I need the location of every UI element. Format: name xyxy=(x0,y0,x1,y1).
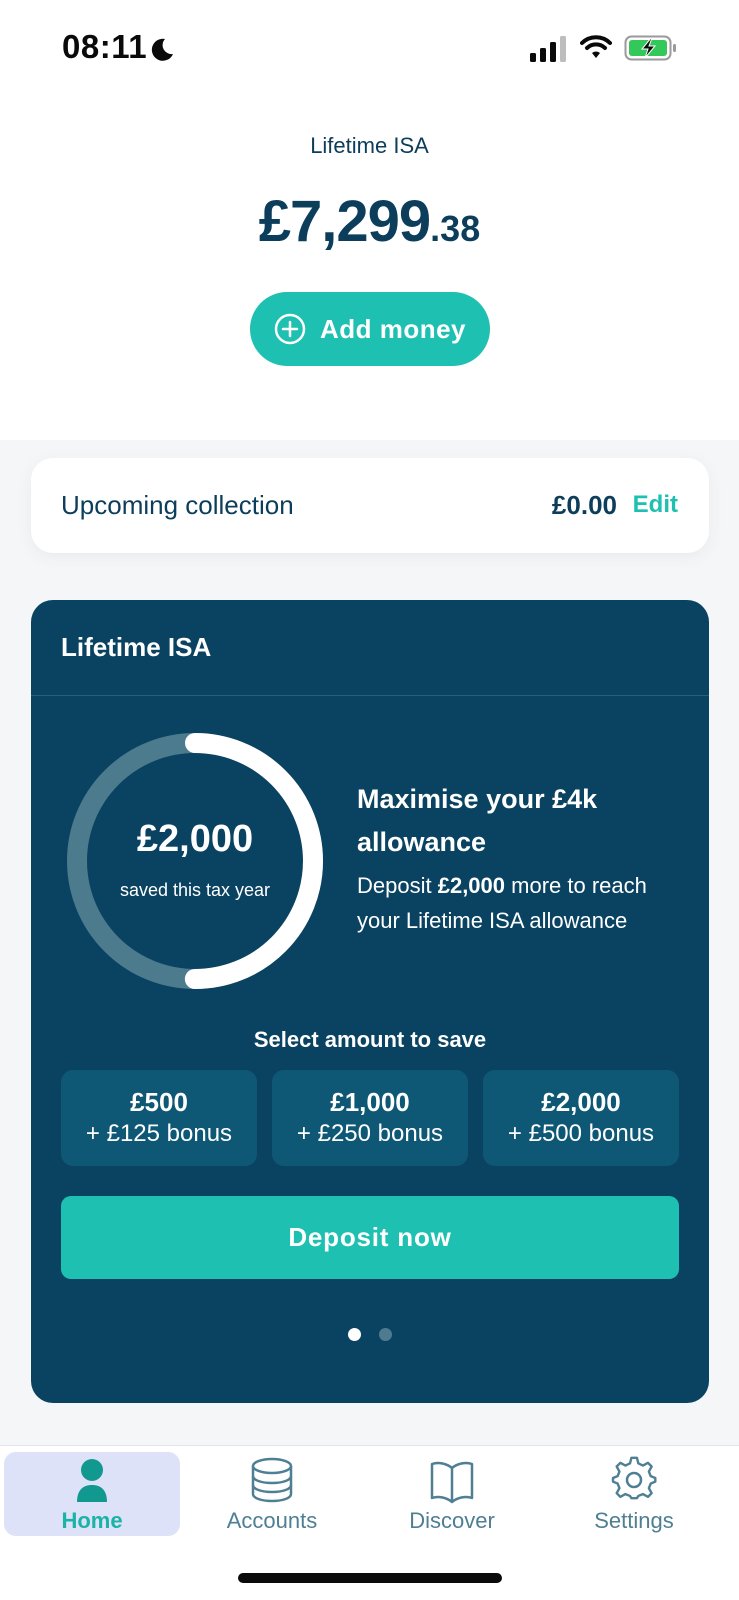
account-title: Lifetime ISA xyxy=(310,133,429,158)
tab-home-label: Home xyxy=(61,1508,123,1533)
promo-text-amount: £2,000 xyxy=(437,873,506,898)
edit-collection-link[interactable]: Edit xyxy=(633,491,678,519)
amount-options: £500 + £125 bonus £1,000 + £250 bonus £2… xyxy=(61,1070,679,1166)
card-divider xyxy=(31,695,709,696)
home-indicator xyxy=(238,1573,502,1583)
signal-icon xyxy=(530,36,566,62)
promo-heading: Maximise your £4k allowance xyxy=(357,784,598,857)
promo-text-prefix: Deposit xyxy=(357,873,438,898)
wifi-icon xyxy=(580,35,612,58)
isa-card-title: Lifetime ISA xyxy=(61,632,212,662)
add-money-button[interactable]: Add money xyxy=(250,292,490,366)
option-bonus: + £500 bonus xyxy=(507,1120,655,1147)
status-time: 08:11 xyxy=(62,28,148,65)
account-balance: £7,299.38 xyxy=(0,188,739,255)
promo-text: Deposit £2,000 more to reach your Lifeti… xyxy=(357,868,687,938)
tab-discover-label: Discover xyxy=(409,1508,495,1533)
tab-accounts-label: Accounts xyxy=(226,1508,318,1533)
upcoming-collection-card: Upcoming collection £0.00 Edit xyxy=(31,458,709,553)
amount-option-2000[interactable]: £2,000 + £500 bonus xyxy=(483,1070,679,1166)
person-icon xyxy=(77,1459,107,1502)
balance-pence: .38 xyxy=(430,208,481,249)
upcoming-collection-amount: £0.00 xyxy=(551,490,617,520)
plus-circle-icon xyxy=(274,313,306,345)
app-screen: 08:11 Lifetime ISA £7,299.38 Add money U… xyxy=(0,0,739,1600)
gear-icon xyxy=(611,1456,657,1500)
add-money-label: Add money xyxy=(319,313,467,344)
saved-amount: £2,000 xyxy=(136,818,254,860)
allowance-progress-ring xyxy=(67,733,323,989)
deposit-now-button[interactable]: Deposit now xyxy=(61,1196,679,1279)
carousel-pagination xyxy=(31,1328,709,1341)
tab-settings-label: Settings xyxy=(594,1508,674,1533)
database-stack-icon xyxy=(251,1457,293,1503)
saved-caption: saved this tax year xyxy=(119,880,271,900)
amount-option-1000[interactable]: £1,000 + £250 bonus xyxy=(272,1070,468,1166)
amount-option-500[interactable]: £500 + £125 bonus xyxy=(61,1070,257,1166)
balance-pounds: £7,299 xyxy=(258,189,431,254)
option-amount: £1,000 xyxy=(330,1087,410,1117)
option-bonus: + £125 bonus xyxy=(85,1120,233,1147)
option-amount: £500 xyxy=(130,1087,188,1117)
tab-home[interactable]: Home xyxy=(4,1452,180,1536)
tab-settings[interactable]: Settings xyxy=(546,1452,722,1536)
pagination-dot-1[interactable] xyxy=(348,1328,361,1341)
tab-discover[interactable]: Discover xyxy=(364,1452,540,1536)
tab-accounts[interactable]: Accounts xyxy=(184,1452,360,1536)
pagination-dot-2[interactable] xyxy=(379,1328,392,1341)
battery-charging-icon xyxy=(624,35,676,61)
option-bonus: + £250 bonus xyxy=(296,1120,444,1147)
open-book-icon xyxy=(430,1461,474,1504)
moon-icon xyxy=(151,38,173,61)
select-amount-label: Select amount to save xyxy=(253,1027,487,1052)
lifetime-isa-card: Lifetime ISA £2,000 saved this tax year … xyxy=(31,600,709,1403)
upcoming-collection-label: Upcoming collection xyxy=(61,490,294,520)
option-amount: £2,000 xyxy=(541,1087,621,1117)
